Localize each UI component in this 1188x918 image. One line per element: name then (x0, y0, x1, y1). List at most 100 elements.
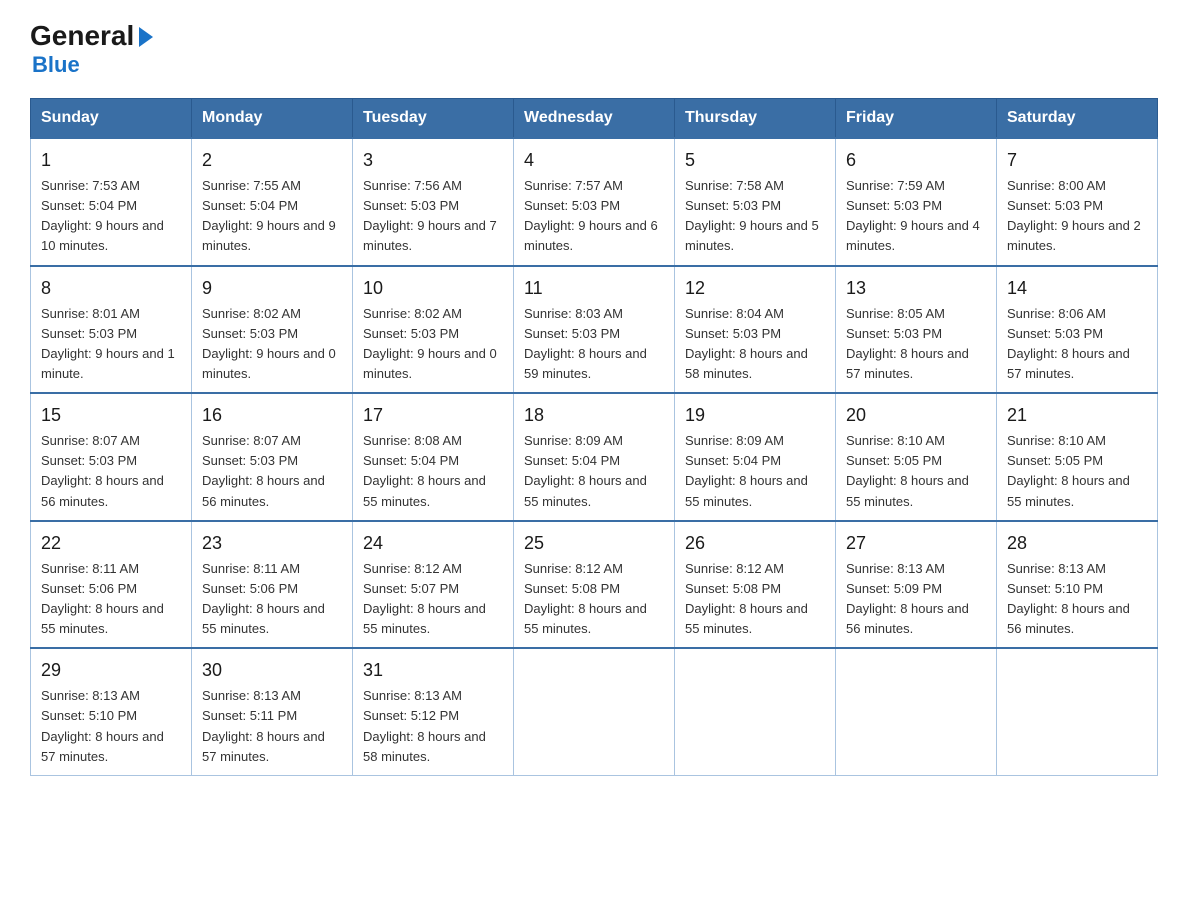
day-cell-15: 15Sunrise: 8:07 AMSunset: 5:03 PMDayligh… (31, 393, 192, 521)
day-info-28: Sunrise: 8:13 AMSunset: 5:10 PMDaylight:… (1007, 559, 1147, 640)
day-cell-17: 17Sunrise: 8:08 AMSunset: 5:04 PMDayligh… (353, 393, 514, 521)
day-number-17: 17 (363, 402, 503, 429)
day-cell-5: 5Sunrise: 7:58 AMSunset: 5:03 PMDaylight… (675, 138, 836, 266)
day-info-13: Sunrise: 8:05 AMSunset: 5:03 PMDaylight:… (846, 304, 986, 385)
empty-cell (997, 648, 1158, 775)
day-number-29: 29 (41, 657, 181, 684)
day-info-7: Sunrise: 8:00 AMSunset: 5:03 PMDaylight:… (1007, 176, 1147, 257)
day-info-2: Sunrise: 7:55 AMSunset: 5:04 PMDaylight:… (202, 176, 342, 257)
day-info-25: Sunrise: 8:12 AMSunset: 5:08 PMDaylight:… (524, 559, 664, 640)
day-info-31: Sunrise: 8:13 AMSunset: 5:12 PMDaylight:… (363, 686, 503, 767)
day-cell-31: 31Sunrise: 8:13 AMSunset: 5:12 PMDayligh… (353, 648, 514, 775)
logo-arrow-icon (139, 27, 153, 47)
column-header-sunday: Sunday (31, 99, 192, 139)
day-cell-23: 23Sunrise: 8:11 AMSunset: 5:06 PMDayligh… (192, 521, 353, 649)
day-number-2: 2 (202, 147, 342, 174)
day-info-9: Sunrise: 8:02 AMSunset: 5:03 PMDaylight:… (202, 304, 342, 385)
day-number-9: 9 (202, 275, 342, 302)
day-number-22: 22 (41, 530, 181, 557)
day-info-29: Sunrise: 8:13 AMSunset: 5:10 PMDaylight:… (41, 686, 181, 767)
day-cell-30: 30Sunrise: 8:13 AMSunset: 5:11 PMDayligh… (192, 648, 353, 775)
day-number-12: 12 (685, 275, 825, 302)
empty-cell (836, 648, 997, 775)
day-number-21: 21 (1007, 402, 1147, 429)
week-row-5: 29Sunrise: 8:13 AMSunset: 5:10 PMDayligh… (31, 648, 1158, 775)
day-number-20: 20 (846, 402, 986, 429)
day-info-15: Sunrise: 8:07 AMSunset: 5:03 PMDaylight:… (41, 431, 181, 512)
day-number-1: 1 (41, 147, 181, 174)
day-cell-4: 4Sunrise: 7:57 AMSunset: 5:03 PMDaylight… (514, 138, 675, 266)
logo: General Blue (30, 20, 153, 78)
day-number-23: 23 (202, 530, 342, 557)
day-info-1: Sunrise: 7:53 AMSunset: 5:04 PMDaylight:… (41, 176, 181, 257)
column-header-thursday: Thursday (675, 99, 836, 139)
day-cell-2: 2Sunrise: 7:55 AMSunset: 5:04 PMDaylight… (192, 138, 353, 266)
day-cell-20: 20Sunrise: 8:10 AMSunset: 5:05 PMDayligh… (836, 393, 997, 521)
day-number-30: 30 (202, 657, 342, 684)
column-header-saturday: Saturday (997, 99, 1158, 139)
day-info-19: Sunrise: 8:09 AMSunset: 5:04 PMDaylight:… (685, 431, 825, 512)
day-number-26: 26 (685, 530, 825, 557)
day-info-30: Sunrise: 8:13 AMSunset: 5:11 PMDaylight:… (202, 686, 342, 767)
day-number-6: 6 (846, 147, 986, 174)
column-header-wednesday: Wednesday (514, 99, 675, 139)
day-cell-26: 26Sunrise: 8:12 AMSunset: 5:08 PMDayligh… (675, 521, 836, 649)
day-info-27: Sunrise: 8:13 AMSunset: 5:09 PMDaylight:… (846, 559, 986, 640)
day-info-26: Sunrise: 8:12 AMSunset: 5:08 PMDaylight:… (685, 559, 825, 640)
day-number-14: 14 (1007, 275, 1147, 302)
day-cell-7: 7Sunrise: 8:00 AMSunset: 5:03 PMDaylight… (997, 138, 1158, 266)
day-number-16: 16 (202, 402, 342, 429)
day-cell-8: 8Sunrise: 8:01 AMSunset: 5:03 PMDaylight… (31, 266, 192, 394)
day-cell-6: 6Sunrise: 7:59 AMSunset: 5:03 PMDaylight… (836, 138, 997, 266)
column-header-friday: Friday (836, 99, 997, 139)
day-cell-29: 29Sunrise: 8:13 AMSunset: 5:10 PMDayligh… (31, 648, 192, 775)
day-info-12: Sunrise: 8:04 AMSunset: 5:03 PMDaylight:… (685, 304, 825, 385)
day-number-27: 27 (846, 530, 986, 557)
day-info-18: Sunrise: 8:09 AMSunset: 5:04 PMDaylight:… (524, 431, 664, 512)
day-cell-18: 18Sunrise: 8:09 AMSunset: 5:04 PMDayligh… (514, 393, 675, 521)
day-number-18: 18 (524, 402, 664, 429)
day-number-15: 15 (41, 402, 181, 429)
day-info-21: Sunrise: 8:10 AMSunset: 5:05 PMDaylight:… (1007, 431, 1147, 512)
week-row-2: 8Sunrise: 8:01 AMSunset: 5:03 PMDaylight… (31, 266, 1158, 394)
day-cell-3: 3Sunrise: 7:56 AMSunset: 5:03 PMDaylight… (353, 138, 514, 266)
day-number-31: 31 (363, 657, 503, 684)
day-number-25: 25 (524, 530, 664, 557)
week-row-1: 1Sunrise: 7:53 AMSunset: 5:04 PMDaylight… (31, 138, 1158, 266)
page-header: General Blue (30, 20, 1158, 78)
day-number-11: 11 (524, 275, 664, 302)
day-cell-21: 21Sunrise: 8:10 AMSunset: 5:05 PMDayligh… (997, 393, 1158, 521)
day-cell-14: 14Sunrise: 8:06 AMSunset: 5:03 PMDayligh… (997, 266, 1158, 394)
day-info-11: Sunrise: 8:03 AMSunset: 5:03 PMDaylight:… (524, 304, 664, 385)
empty-cell (514, 648, 675, 775)
day-cell-16: 16Sunrise: 8:07 AMSunset: 5:03 PMDayligh… (192, 393, 353, 521)
day-info-4: Sunrise: 7:57 AMSunset: 5:03 PMDaylight:… (524, 176, 664, 257)
day-number-13: 13 (846, 275, 986, 302)
day-info-16: Sunrise: 8:07 AMSunset: 5:03 PMDaylight:… (202, 431, 342, 512)
day-number-19: 19 (685, 402, 825, 429)
day-number-5: 5 (685, 147, 825, 174)
day-number-7: 7 (1007, 147, 1147, 174)
day-cell-28: 28Sunrise: 8:13 AMSunset: 5:10 PMDayligh… (997, 521, 1158, 649)
day-info-10: Sunrise: 8:02 AMSunset: 5:03 PMDaylight:… (363, 304, 503, 385)
day-info-3: Sunrise: 7:56 AMSunset: 5:03 PMDaylight:… (363, 176, 503, 257)
calendar-header-row: SundayMondayTuesdayWednesdayThursdayFrid… (31, 99, 1158, 139)
column-header-tuesday: Tuesday (353, 99, 514, 139)
day-cell-24: 24Sunrise: 8:12 AMSunset: 5:07 PMDayligh… (353, 521, 514, 649)
day-number-24: 24 (363, 530, 503, 557)
calendar-table: SundayMondayTuesdayWednesdayThursdayFrid… (30, 98, 1158, 776)
logo-blue-text: Blue (32, 52, 80, 78)
day-info-22: Sunrise: 8:11 AMSunset: 5:06 PMDaylight:… (41, 559, 181, 640)
day-info-23: Sunrise: 8:11 AMSunset: 5:06 PMDaylight:… (202, 559, 342, 640)
day-cell-9: 9Sunrise: 8:02 AMSunset: 5:03 PMDaylight… (192, 266, 353, 394)
day-number-3: 3 (363, 147, 503, 174)
week-row-4: 22Sunrise: 8:11 AMSunset: 5:06 PMDayligh… (31, 521, 1158, 649)
day-number-8: 8 (41, 275, 181, 302)
day-cell-1: 1Sunrise: 7:53 AMSunset: 5:04 PMDaylight… (31, 138, 192, 266)
day-number-28: 28 (1007, 530, 1147, 557)
empty-cell (675, 648, 836, 775)
day-cell-10: 10Sunrise: 8:02 AMSunset: 5:03 PMDayligh… (353, 266, 514, 394)
day-cell-12: 12Sunrise: 8:04 AMSunset: 5:03 PMDayligh… (675, 266, 836, 394)
day-info-8: Sunrise: 8:01 AMSunset: 5:03 PMDaylight:… (41, 304, 181, 385)
day-cell-22: 22Sunrise: 8:11 AMSunset: 5:06 PMDayligh… (31, 521, 192, 649)
